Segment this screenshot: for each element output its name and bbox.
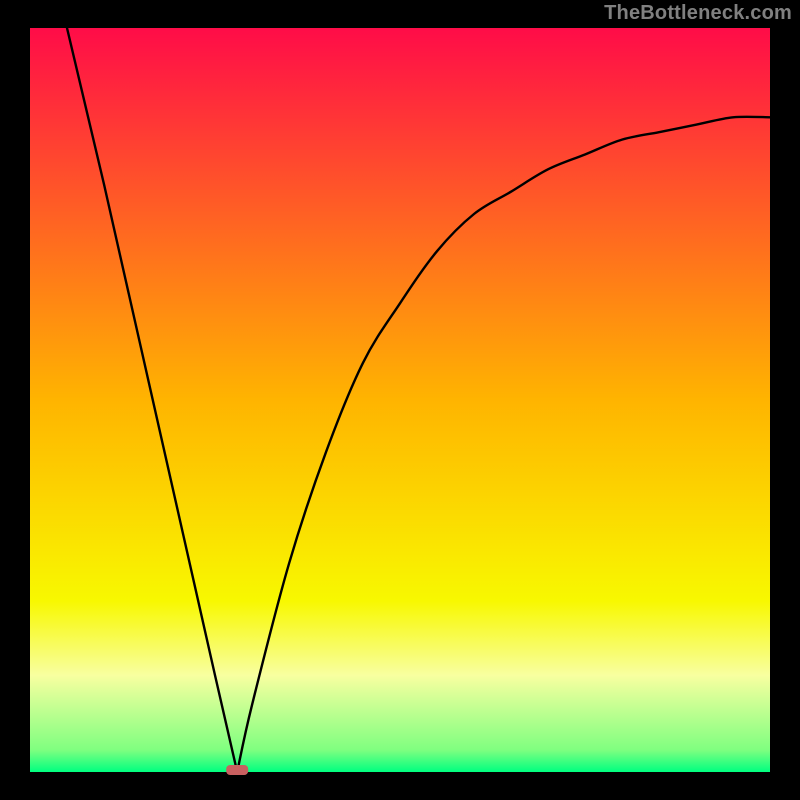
minimum-marker <box>226 765 248 775</box>
chart-container: TheBottleneck.com <box>0 0 800 800</box>
chart-svg <box>0 0 800 800</box>
plot-background <box>30 28 770 772</box>
watermark-text: TheBottleneck.com <box>604 2 792 25</box>
